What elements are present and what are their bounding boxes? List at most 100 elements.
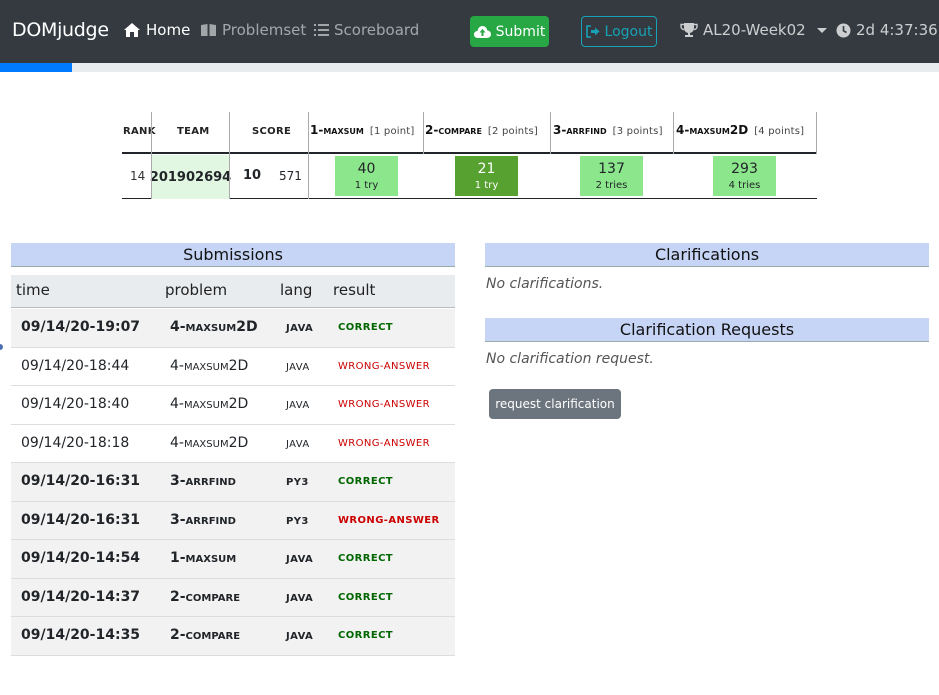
contest-clock: 2d 4:37:36	[836, 21, 938, 39]
submission-language: py3	[286, 515, 309, 527]
request-clarification-button[interactable]: request clarification	[489, 389, 621, 419]
try-count: 1 try	[354, 180, 379, 191]
submission-problem: 2-compare	[170, 588, 241, 605]
submission-problem: 3-arrfind	[170, 511, 236, 528]
column-divider	[816, 112, 817, 154]
nav-problemset-label: Problemset	[222, 21, 307, 39]
problem-cell-3[interactable]: 137 2 tries	[580, 156, 643, 196]
clarifications-title: Clarifications	[485, 243, 929, 267]
problem-cell-1[interactable]: 40 1 try	[335, 156, 398, 196]
submission-language: java	[286, 400, 310, 411]
contest-progress-fill	[0, 63, 73, 72]
nav-scoreboard-label: Scoreboard	[334, 21, 420, 39]
submission-result: correct	[338, 322, 394, 333]
clarification-requests-title: Clarification Requests	[485, 318, 929, 342]
sign-out-icon	[585, 25, 600, 38]
cloud-upload-icon	[473, 25, 491, 38]
submission-problem: 1-maxsum	[170, 550, 237, 566]
logout-button[interactable]: Logout	[581, 16, 657, 47]
submission-time: 09/14/20-18:40	[21, 396, 130, 412]
submission-problem: 4-maxsum2D	[170, 319, 258, 335]
submission-language: java	[286, 323, 314, 334]
try-count: 1 try	[474, 180, 499, 191]
try-count: 4 tries	[728, 180, 761, 191]
submission-row[interactable]: 09/14/20-18:44 4-maxsum2D java wrong-answer	[11, 348, 455, 386]
nav-problemset[interactable]: Problemset	[200, 21, 306, 39]
submission-result: correct	[338, 476, 394, 487]
problem-name: 3-arrfind	[553, 123, 607, 137]
submit-button[interactable]: Submit	[470, 16, 549, 47]
problem-header-2[interactable]: 2-compare [2 points]	[425, 123, 538, 137]
submission-time: 09/14/20-19:07	[21, 319, 141, 335]
submission-row[interactable]: 09/14/20-14:37 2-compare java correct	[11, 578, 455, 617]
submission-problem: 2-compare	[170, 627, 241, 643]
problem-header-3[interactable]: 3-arrfind [3 points]	[553, 123, 663, 137]
submission-row[interactable]: 09/14/20-14:54 1-maxsum java correct	[11, 540, 455, 579]
problem-cell-4[interactable]: 293 4 tries	[713, 156, 776, 196]
contest-name: AL20-Week02	[703, 21, 806, 39]
column-divider	[423, 112, 424, 154]
submission-language: java	[286, 361, 310, 373]
submission-result: wrong-answer	[338, 514, 440, 526]
team-header: TEAM	[177, 126, 210, 137]
team-name[interactable]: 201902694	[150, 155, 231, 199]
submission-time: 09/14/20-14:37	[21, 588, 141, 605]
time-remaining: 2d 4:37:36	[856, 21, 938, 39]
edge-indicator	[0, 344, 3, 350]
problem-header-4[interactable]: 4-maxsum2D [4 points]	[676, 123, 804, 137]
submission-language: java	[286, 438, 310, 450]
contest-dropdown[interactable]: AL20-Week02	[680, 21, 827, 39]
submission-time: 09/14/20-14:54	[21, 550, 141, 566]
submission-time: 09/14/20-18:44	[21, 357, 130, 374]
problem-points: [2 points]	[487, 126, 538, 137]
problem-name: 2-compare	[425, 123, 482, 137]
problem-points: [3 points]	[612, 126, 663, 137]
nav-home-label: Home	[146, 21, 191, 39]
submissions-header: time problem lang result	[11, 275, 455, 308]
submission-row[interactable]: 09/14/20-16:31 3-arrfind py3 wrong-answer	[11, 501, 455, 540]
problem-points: [4 points]	[754, 126, 805, 137]
scoreboard-team-row[interactable]: 14 201902694 10 571 40 1 try 21 1 try 13…	[122, 155, 817, 199]
problem-column-header: problem	[165, 281, 228, 299]
submission-problem: 4-maxsum2D	[170, 357, 249, 374]
submission-row[interactable]: 09/14/20-14:35 2-compare java correct	[11, 617, 455, 656]
result-column-header: result	[333, 281, 376, 299]
trophy-icon	[680, 23, 698, 37]
no-clarification-requests-text: No clarification request.	[486, 351, 654, 367]
no-clarifications-text: No clarifications.	[486, 276, 604, 292]
solve-time: 293	[731, 161, 758, 177]
submission-result: correct	[338, 553, 394, 564]
submission-time: 09/14/20-16:31	[21, 473, 141, 489]
problem-points: [1 point]	[369, 126, 415, 137]
clock-icon	[836, 23, 851, 37]
book-icon	[201, 24, 216, 36]
submission-language: java	[286, 554, 314, 565]
home-icon	[124, 23, 140, 37]
column-divider	[229, 112, 230, 199]
submission-language: java	[286, 631, 314, 642]
score-header: SCORE	[252, 126, 292, 137]
team-rank: 14	[130, 169, 146, 183]
caret-down-icon	[816, 27, 827, 33]
team-penalty-time: 571	[279, 169, 302, 183]
submission-result: wrong-answer	[338, 399, 430, 410]
nav-scoreboard[interactable]: Scoreboard	[314, 21, 419, 39]
submission-time: 09/14/20-14:35	[21, 627, 141, 643]
submission-row[interactable]: 09/14/20-18:18 4-maxsum2D java wrong-answer	[11, 425, 455, 463]
team-score: 10	[243, 168, 262, 183]
column-divider	[308, 112, 309, 199]
brand-logo[interactable]: DOMjudge	[12, 19, 109, 41]
problem-cell-2[interactable]: 21 1 try	[455, 156, 518, 196]
submission-row[interactable]: 09/14/20-18:40 4-maxsum2D java wrong-answer	[11, 386, 455, 425]
submissions-title: Submissions	[11, 243, 455, 267]
submission-row[interactable]: 09/14/20-16:31 3-arrfind py3 correct	[11, 463, 455, 502]
submission-problem: 4-maxsum2D	[170, 396, 249, 412]
logout-button-label: Logout	[604, 23, 653, 40]
try-count: 2 tries	[595, 180, 628, 191]
nav-home[interactable]: Home	[123, 21, 190, 39]
submission-result: correct	[338, 630, 394, 641]
problem-header-1[interactable]: 1-maxsum [1 point]	[310, 123, 415, 137]
submission-problem: 4-maxsum2D	[170, 434, 249, 451]
submission-row[interactable]: 09/14/20-19:07 4-maxsum2D java correct	[11, 309, 455, 348]
submission-result: wrong-answer	[338, 437, 430, 449]
